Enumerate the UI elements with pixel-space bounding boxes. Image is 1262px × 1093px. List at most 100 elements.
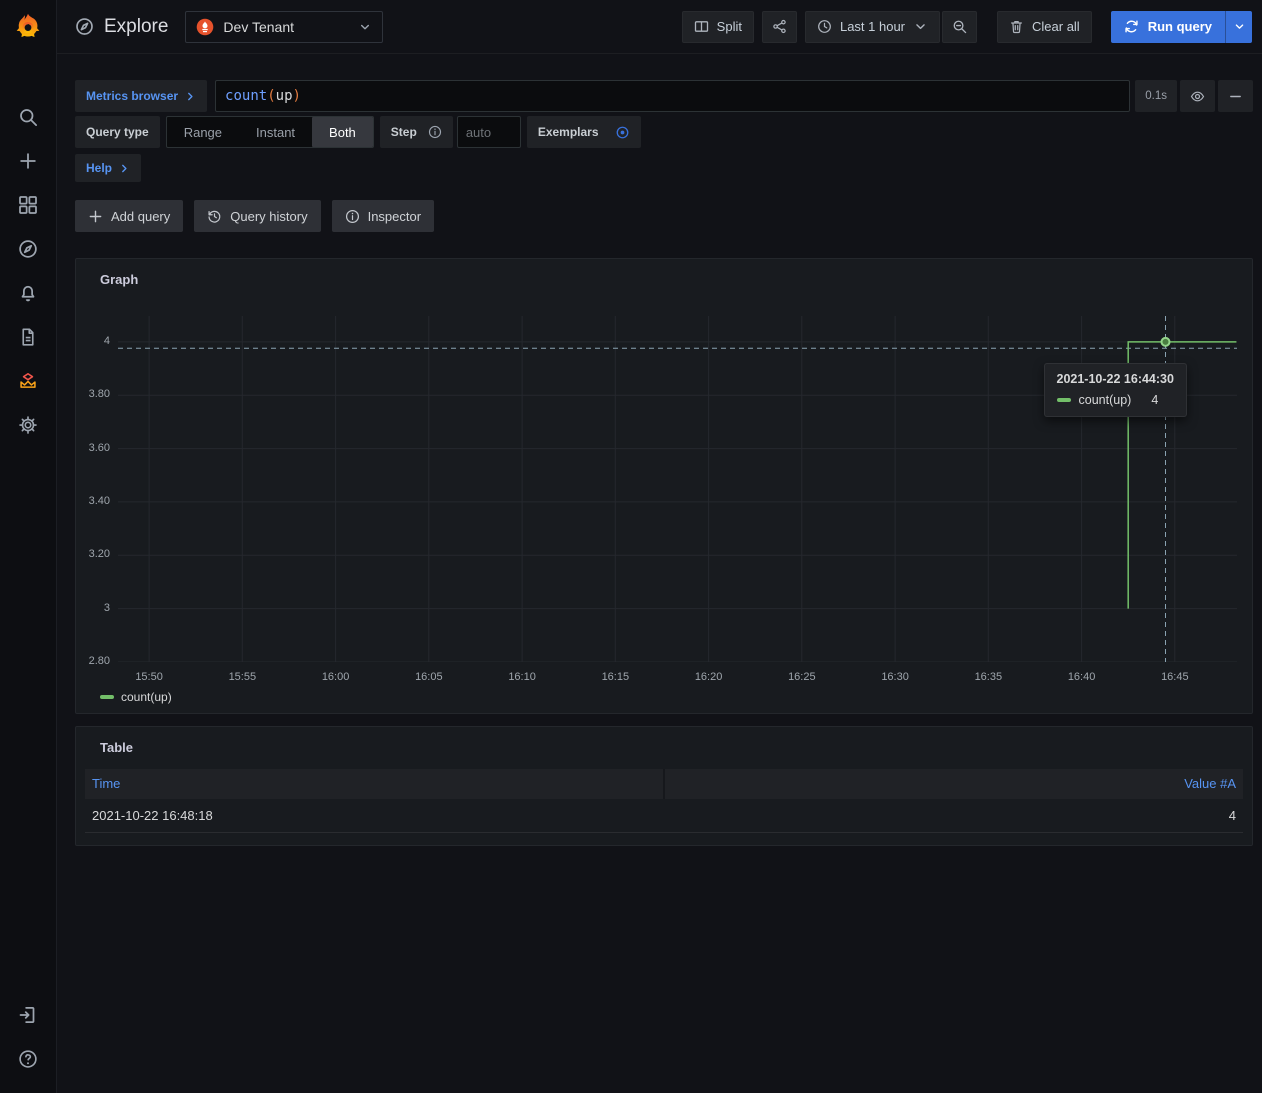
inspector-label: Inspector: [368, 209, 421, 224]
grafana-logo-icon: [13, 12, 43, 42]
expr-function: count: [225, 88, 267, 104]
exemplars-target-icon: [615, 125, 630, 140]
share-button[interactable]: [762, 11, 797, 43]
dashboards-icon: [18, 195, 38, 215]
run-query-button[interactable]: Run query: [1111, 11, 1225, 43]
step-input[interactable]: [457, 116, 521, 148]
help-icon: [18, 1049, 38, 1069]
query-type-label: Query type: [75, 116, 160, 148]
actions-row: Add query Query history Inspector: [75, 200, 1253, 232]
y-axis-tick: 3.20: [68, 548, 110, 560]
help-row: Help: [75, 154, 1253, 182]
help-label: Help: [86, 161, 112, 175]
legend-label: count(up): [121, 690, 172, 704]
y-axis-tick: 3: [68, 602, 110, 614]
sidebar-item-configuration[interactable]: [0, 403, 56, 447]
info-circle-icon: [428, 125, 442, 139]
query-row: Metrics browser count(up) 0.1s: [75, 80, 1253, 112]
query-expression-input[interactable]: count(up): [215, 80, 1130, 112]
table-row: 2021-10-22 16:48:18 4: [85, 799, 1243, 833]
y-axis-tick: 3.60: [68, 442, 110, 454]
plus-icon: [18, 151, 38, 171]
query-type-selector: Range Instant Both: [166, 116, 374, 148]
explore-compass-icon: [75, 17, 94, 36]
share-icon: [772, 19, 787, 34]
x-axis-tick: 15:50: [124, 671, 174, 683]
query-options-row: Query type Range Instant Both Step Exemp…: [75, 116, 1253, 148]
clear-all-label: Clear all: [1032, 19, 1080, 34]
sidebar-bottom: [0, 993, 56, 1093]
sidebar-item-create[interactable]: [0, 139, 56, 183]
time-range-picker[interactable]: Last 1 hour: [805, 11, 940, 43]
legend-color-swatch: [100, 695, 114, 699]
datasource-picker[interactable]: Dev Tenant: [185, 11, 383, 43]
sidebar-item-explore[interactable]: [0, 227, 56, 271]
split-label: Split: [717, 19, 742, 34]
tooltip-series-row: count(up) 4: [1057, 393, 1174, 407]
query-history-button[interactable]: Query history: [194, 200, 320, 232]
tooltip-series-label: count(up): [1079, 393, 1132, 407]
query-history-label: Query history: [230, 209, 307, 224]
graph-panel-title: Graph: [100, 272, 138, 287]
chevron-right-icon: [185, 91, 196, 102]
plus-icon: [88, 209, 103, 224]
split-button[interactable]: Split: [682, 11, 754, 43]
sync-icon: [1124, 19, 1139, 34]
series-color-swatch: [1057, 398, 1071, 402]
topbar: Explore Dev Tenant: [57, 0, 1262, 54]
run-query-dropdown[interactable]: [1225, 11, 1252, 43]
sign-in-icon: [18, 1005, 38, 1025]
gear-icon: [18, 415, 38, 435]
sidebar-item-metrics[interactable]: [0, 359, 56, 403]
sidebar-item-sign-in[interactable]: [0, 993, 56, 1037]
run-query-group: Run query: [1111, 11, 1252, 43]
sidebar-item-help[interactable]: [0, 1037, 56, 1081]
chevron-right-icon: [119, 163, 130, 174]
prometheus-datasource-icon: [196, 18, 214, 36]
trash-icon: [1009, 19, 1024, 34]
table-panel-title: Table: [100, 740, 133, 755]
sidebar-item-docs[interactable]: [0, 315, 56, 359]
run-query-label: Run query: [1148, 19, 1212, 34]
sidebar: [0, 0, 57, 1093]
query-type-option-range[interactable]: Range: [167, 117, 239, 147]
cell-value: 4: [665, 808, 1243, 823]
x-axis-tick: 16:40: [1057, 671, 1107, 683]
sidebar-item-dashboards[interactable]: [0, 183, 56, 227]
inspector-button[interactable]: Inspector: [332, 200, 434, 232]
time-controls: Last 1 hour: [805, 11, 977, 43]
sidebar-item-search[interactable]: [0, 95, 56, 139]
x-axis-tick: 16:05: [404, 671, 454, 683]
step-label: Step: [380, 116, 453, 148]
exemplars-toggle[interactable]: Exemplars: [527, 116, 641, 148]
expr-paren-open: (: [267, 88, 275, 104]
column-header-time[interactable]: Time: [85, 769, 665, 799]
chevron-down-icon: [913, 19, 928, 34]
sidebar-nav: [0, 54, 56, 447]
x-axis-tick: 16:35: [963, 671, 1013, 683]
clock-icon: [817, 19, 832, 34]
clear-all-button[interactable]: Clear all: [997, 11, 1092, 43]
query-type-option-instant[interactable]: Instant: [239, 117, 312, 147]
grafana-logo[interactable]: [0, 0, 56, 54]
sidebar-item-alerting[interactable]: [0, 271, 56, 315]
history-icon: [207, 209, 222, 224]
results-table: Time Value #A 2021-10-22 16:48:18 4: [85, 769, 1243, 833]
x-axis-tick: 16:20: [684, 671, 734, 683]
toggle-query-visibility-button[interactable]: [1180, 80, 1215, 112]
page-title: Explore: [104, 16, 168, 38]
x-axis-tick: 16:30: [870, 671, 920, 683]
column-header-value[interactable]: Value #A: [665, 769, 1243, 799]
tooltip-series-value: 4: [1151, 393, 1158, 407]
cell-time: 2021-10-22 16:48:18: [85, 808, 665, 823]
app-root: Explore Dev Tenant: [0, 0, 1262, 1093]
x-axis-tick: 16:10: [497, 671, 547, 683]
help-button[interactable]: Help: [75, 154, 141, 182]
zoom-out-button[interactable]: [942, 11, 977, 43]
query-type-option-both[interactable]: Both: [312, 117, 373, 147]
y-axis-tick: 3.40: [68, 495, 110, 507]
metrics-browser-button[interactable]: Metrics browser: [75, 80, 207, 112]
graph-legend-item[interactable]: count(up): [100, 690, 172, 704]
remove-query-button[interactable]: [1218, 80, 1253, 112]
add-query-button[interactable]: Add query: [75, 200, 183, 232]
